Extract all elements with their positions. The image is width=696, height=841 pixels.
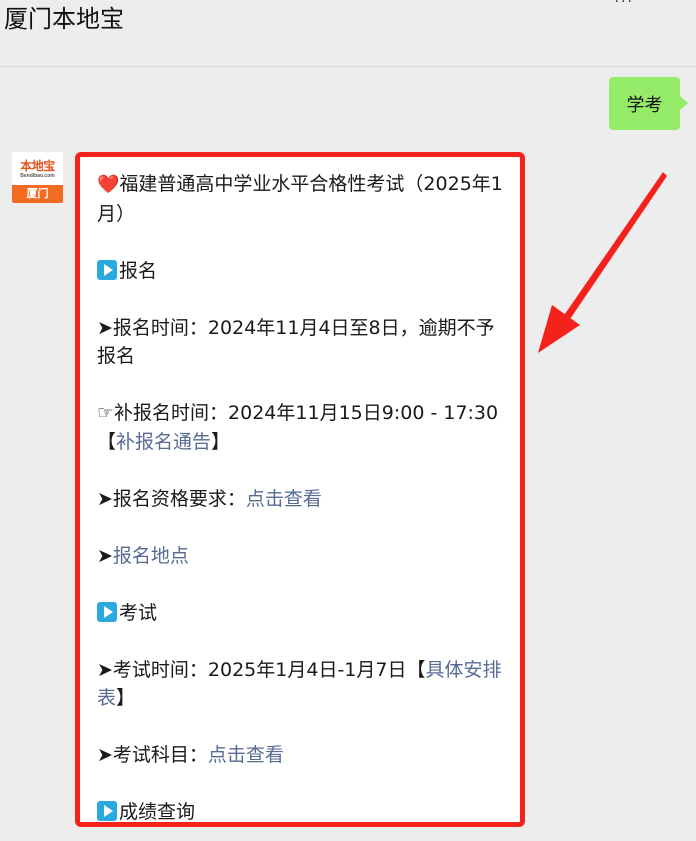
registration-location: ➤报名地点 bbox=[97, 542, 507, 571]
message-content: ❤️福建普通高中学业水平合格性考试（2025年1月） 报名 ➤报名时间：2024… bbox=[97, 170, 507, 823]
registration-time: ➤报名时间：2024年11月4日至8日，逾期不予报名 bbox=[97, 314, 507, 371]
requirements-prefix: ➤报名资格要求： bbox=[97, 487, 246, 510]
play-button-icon bbox=[97, 601, 117, 622]
registration-requirements: ➤报名资格要求：点击查看 bbox=[97, 485, 507, 514]
heart-icon: ❤️ bbox=[97, 174, 120, 195]
red-arrow-icon bbox=[538, 172, 667, 353]
supplementary-registration-time: ☞补报名时间：2024年11月15日9:00 - 17:30【补报名通告】 bbox=[97, 399, 507, 456]
exam-time: ➤考试时间：2025年1月4日-1月7日【具体安排表】 bbox=[97, 656, 507, 713]
message-title: ❤️福建普通高中学业水平合格性考试（2025年1月） bbox=[97, 170, 507, 228]
location-link[interactable]: 报名地点 bbox=[113, 545, 189, 567]
message-title-text: 福建普通高中学业水平合格性考试（2025年1月） bbox=[97, 173, 503, 225]
exam-time-suffix: 】 bbox=[116, 687, 136, 709]
subjects-prefix: ➤考试科目： bbox=[97, 744, 208, 766]
sent-message-bubble[interactable]: 学考 bbox=[609, 77, 688, 130]
registration-time-prefix: ➤报名时间： bbox=[97, 316, 208, 339]
section-registration: 报名 bbox=[97, 257, 507, 286]
exam-subjects: ➤考试科目：点击查看 bbox=[97, 741, 507, 770]
section-exam-label: 考试 bbox=[119, 601, 158, 624]
chat-title: 厦门本地宝 bbox=[4, 5, 124, 33]
avatar-logo-subtext: Bendibao.com bbox=[20, 173, 55, 179]
more-options-icon[interactable]: ··· bbox=[615, 0, 634, 10]
section-results: 成绩查询 bbox=[97, 798, 507, 823]
avatar-city-label: 厦门 bbox=[12, 185, 63, 203]
supp-notice-link[interactable]: 补报名通告 bbox=[116, 431, 211, 453]
location-prefix: ➤ bbox=[97, 544, 113, 567]
chat-header: 厦门本地宝 ··· bbox=[0, 0, 696, 67]
play-button-icon bbox=[97, 801, 117, 821]
avatar-logo-text: 本地宝 bbox=[20, 159, 55, 173]
exam-time-prefix: ➤考试时间：2025年1月4日-1月7日【 bbox=[97, 658, 426, 681]
section-exam: 考试 bbox=[97, 599, 507, 628]
play-button-icon bbox=[97, 259, 117, 280]
received-message-bubble: ❤️福建普通高中学业水平合格性考试（2025年1月） 报名 ➤报名时间：2024… bbox=[75, 152, 525, 827]
section-results-label: 成绩查询 bbox=[119, 801, 196, 823]
requirements-link[interactable]: 点击查看 bbox=[246, 488, 322, 510]
section-registration-label: 报名 bbox=[119, 259, 158, 282]
sent-message-text: 学考 bbox=[626, 94, 663, 116]
subjects-link[interactable]: 点击查看 bbox=[208, 744, 284, 766]
supp-time-prefix: ☞补报名时间： bbox=[97, 402, 229, 424]
avatar[interactable]: 本地宝 Bendibao.com 厦门 bbox=[12, 152, 63, 203]
supp-time-suffix: 】 bbox=[211, 430, 231, 453]
